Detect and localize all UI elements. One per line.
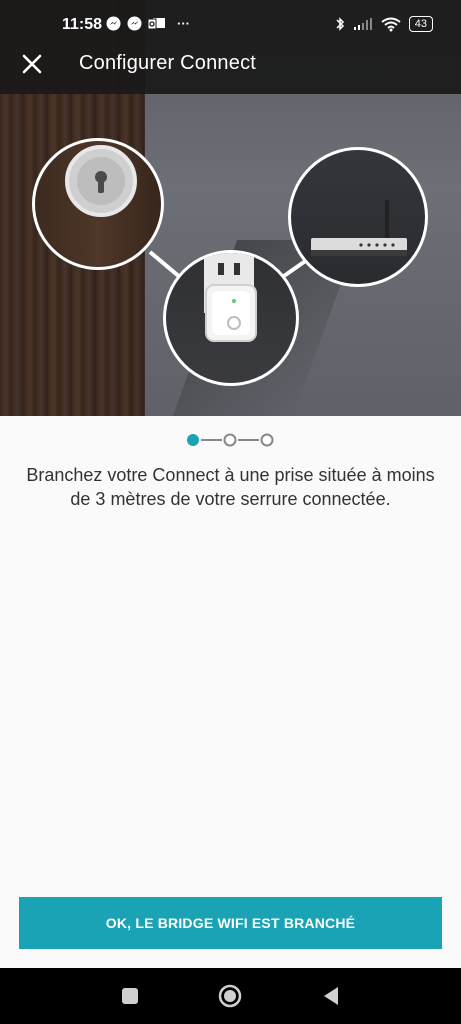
- status-bar: 11:58 ··· 43: [0, 0, 461, 50]
- home-button[interactable]: [216, 982, 244, 1010]
- messenger-icon: [106, 16, 121, 31]
- outlook-icon: [148, 18, 165, 30]
- status-system-icons: 43: [335, 16, 433, 32]
- hero-illustration: 11:58 ··· 43 Configurer Connect: [0, 0, 461, 416]
- recents-button[interactable]: [116, 982, 144, 1010]
- progress-stepper: [186, 433, 276, 447]
- signal-icon: [353, 18, 372, 30]
- more-icon: ···: [177, 16, 190, 31]
- back-icon: [324, 987, 338, 1005]
- step-1-active: [187, 434, 199, 446]
- bluetooth-icon: [336, 17, 344, 31]
- home-icon: [218, 984, 242, 1008]
- back-button[interactable]: [318, 982, 346, 1010]
- recents-icon: [122, 988, 138, 1004]
- page-title: Configurer Connect: [79, 52, 257, 74]
- app-bar: Configurer Connect: [0, 44, 461, 84]
- status-time: 11:58: [62, 16, 103, 33]
- messenger-icon: [127, 16, 142, 31]
- status-notifications: ···: [106, 16, 190, 31]
- wifi-bridge-icon: [163, 250, 299, 386]
- router-icon: [288, 147, 428, 287]
- battery-icon: 43: [408, 16, 433, 32]
- step-3: [260, 433, 274, 447]
- close-button[interactable]: [16, 48, 48, 80]
- step-2: [223, 433, 237, 447]
- close-icon: [22, 54, 42, 74]
- system-navigation-bar: [0, 968, 461, 1024]
- wifi-icon: [381, 17, 401, 31]
- instructions-text: Branchez votre Connect à une prise situé…: [26, 465, 435, 509]
- keyhole-icon: [32, 138, 164, 270]
- confirm-bridge-plugged-button[interactable]: OK, LE BRIDGE WIFI EST BRANCHÉ: [19, 897, 442, 949]
